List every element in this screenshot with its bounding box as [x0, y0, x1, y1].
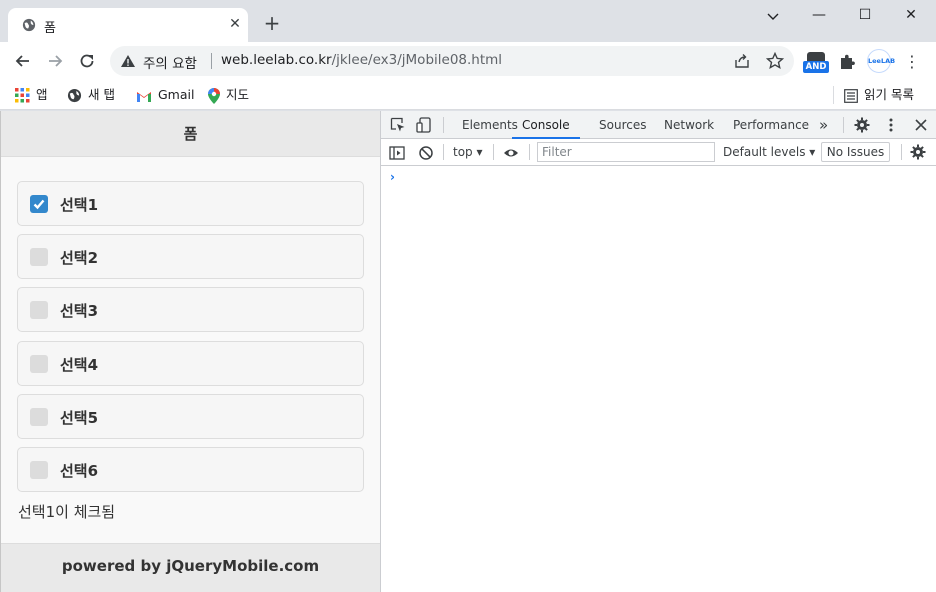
console-prompt[interactable]: › — [390, 170, 395, 184]
url-host: web.leelab.co.kr — [221, 52, 332, 68]
url-text[interactable]: web.leelab.co.kr/jklee/ex3/jMobile08.htm… — [221, 52, 502, 68]
bookmark-gmail[interactable]: Gmail — [136, 84, 194, 106]
forward-arrow-icon[interactable] — [45, 51, 65, 71]
checkbox-unchecked-icon[interactable] — [30, 408, 48, 426]
devtools-separator — [529, 144, 530, 160]
checkbox-label: 선택2 — [60, 249, 99, 267]
context-value: top — [453, 145, 473, 159]
clear-console-icon[interactable] — [418, 145, 434, 161]
browser-tab[interactable]: 폼 ✕ — [8, 8, 248, 42]
devtools-menu-icon[interactable] — [883, 117, 899, 133]
globe-icon — [67, 88, 82, 103]
tab-network[interactable]: Network — [664, 111, 714, 139]
new-tab-button[interactable]: + — [262, 13, 282, 33]
checkbox-option-5[interactable]: 선택5 — [17, 394, 364, 439]
checkbox-unchecked-icon[interactable] — [30, 355, 48, 373]
checkbox-option-4[interactable]: 선택4 — [17, 341, 364, 386]
checkbox-option-1[interactable]: 선택1 — [17, 181, 364, 226]
checkmark-icon — [33, 199, 45, 210]
log-levels-dropdown[interactable]: Default levels ▾ — [723, 144, 815, 161]
close-window-button[interactable]: ✕ — [900, 6, 922, 24]
and-extension-icon[interactable]: AND — [803, 52, 829, 74]
devtools-separator — [901, 144, 902, 160]
maps-pin-icon — [208, 87, 220, 104]
console-filter-input[interactable]: Filter — [537, 142, 715, 162]
bookmark-label: Gmail — [158, 87, 195, 102]
log-levels-label: Default levels — [723, 145, 806, 159]
sidebar-toggle-icon[interactable] — [389, 145, 405, 161]
bookmark-label: 지도 — [226, 87, 250, 102]
issues-button[interactable]: No Issues — [821, 142, 890, 162]
tab-console[interactable]: Console — [512, 111, 580, 139]
checkbox-label: 선택3 — [60, 302, 99, 320]
page-header: 폼 — [1, 111, 380, 157]
gmail-icon — [137, 91, 151, 102]
console-toolbar: top ▾ Filter Default levels ▾ No Issues — [381, 139, 936, 166]
devtools-separator — [443, 144, 444, 160]
console-settings-gear-icon[interactable] — [910, 144, 926, 160]
omnibox-separator — [211, 53, 212, 69]
warning-icon[interactable] — [120, 54, 136, 68]
tab-close-button[interactable]: ✕ — [226, 15, 244, 33]
minimize-button[interactable]: — — [808, 6, 830, 24]
url-path: /jklee/ex3/jMobile08.html — [331, 52, 503, 68]
bookmark-new-tab[interactable]: 새 탭 — [67, 84, 115, 106]
devtools-tab-bar: Elements Console Sources Network Perform… — [381, 111, 936, 139]
checkbox-option-6[interactable]: 선택6 — [17, 447, 364, 492]
settings-gear-icon[interactable] — [854, 117, 870, 133]
browser-toolbar: 주의 요함 web.leelab.co.kr/jklee/ex3/jMobile… — [0, 42, 936, 80]
bookmark-apps[interactable]: 앱 — [15, 84, 48, 106]
kebab-menu-icon[interactable]: ⋮ — [904, 52, 920, 72]
checkbox-unchecked-icon[interactable] — [30, 461, 48, 479]
tab-elements[interactable]: Elements — [462, 111, 518, 139]
and-extension-badge: AND — [803, 61, 829, 73]
tab-sources[interactable]: Sources — [599, 111, 646, 139]
live-expression-eye-icon[interactable] — [503, 145, 519, 161]
devtools-panel: Elements Console Sources Network Perform… — [380, 111, 936, 592]
bookmark-label: 새 탭 — [88, 87, 115, 102]
checkbox-label: 선택4 — [60, 356, 99, 374]
close-devtools-icon[interactable] — [913, 117, 929, 133]
checkbox-label: 선택1 — [60, 196, 99, 214]
security-status[interactable]: 주의 요함 — [143, 52, 197, 72]
checkbox-label: 선택5 — [60, 409, 99, 427]
page-footer: powered by jQueryMobile.com — [1, 543, 380, 592]
checkbox-unchecked-icon[interactable] — [30, 301, 48, 319]
bookmark-star-icon[interactable] — [766, 52, 784, 70]
checkbox-unchecked-icon[interactable] — [30, 248, 48, 266]
share-icon[interactable] — [734, 53, 750, 69]
checkbox-label: 선택6 — [60, 462, 99, 480]
tab-title: 폼 — [44, 21, 56, 36]
profile-avatar[interactable]: LeeLAB — [867, 49, 895, 73]
address-bar[interactable]: 주의 요함 web.leelab.co.kr/jklee/ex3/jMobile… — [110, 46, 794, 76]
reading-list-label: 읽기 목록 — [864, 87, 914, 102]
tab-performance[interactable]: Performance — [733, 111, 809, 139]
devtools-separator — [443, 117, 444, 133]
apps-grid-icon — [15, 88, 30, 103]
page-viewport: 폼 선택1 선택2 선택3 선택4 선택5 선택6 선택1이 체크됨 power… — [0, 111, 380, 592]
bookmark-maps[interactable]: 지도 — [208, 84, 249, 106]
devtools-separator — [493, 144, 494, 160]
maximize-button[interactable]: ☐ — [854, 6, 876, 24]
reading-list-button[interactable]: 읽기 목록 — [844, 84, 914, 106]
checkbox-checked-icon[interactable] — [30, 195, 48, 213]
reload-icon[interactable] — [77, 51, 97, 71]
inspect-element-icon[interactable] — [390, 117, 406, 133]
bookmarks-bar: 앱 새 탭 Gmail 지도 읽기 목록 — [0, 80, 936, 110]
extensions-puzzle-icon[interactable] — [838, 53, 856, 71]
checkbox-option-2[interactable]: 선택2 — [17, 234, 364, 279]
devtools-separator — [843, 117, 844, 133]
tab-search-chevron-icon[interactable] — [762, 8, 784, 26]
globe-icon — [22, 18, 36, 32]
device-toolbar-icon[interactable] — [416, 117, 432, 133]
back-arrow-icon[interactable] — [13, 51, 33, 71]
title-bar: 폼 ✕ + — ☐ ✕ — [0, 0, 936, 42]
context-selector[interactable]: top ▾ — [453, 144, 483, 161]
bookmark-label: 앱 — [36, 87, 48, 102]
more-tabs-icon[interactable]: » — [819, 111, 828, 139]
selection-status-text: 선택1이 체크됨 — [18, 503, 116, 521]
checkbox-option-3[interactable]: 선택3 — [17, 287, 364, 332]
reading-list-icon — [844, 88, 858, 103]
bookmarks-divider — [833, 86, 834, 104]
